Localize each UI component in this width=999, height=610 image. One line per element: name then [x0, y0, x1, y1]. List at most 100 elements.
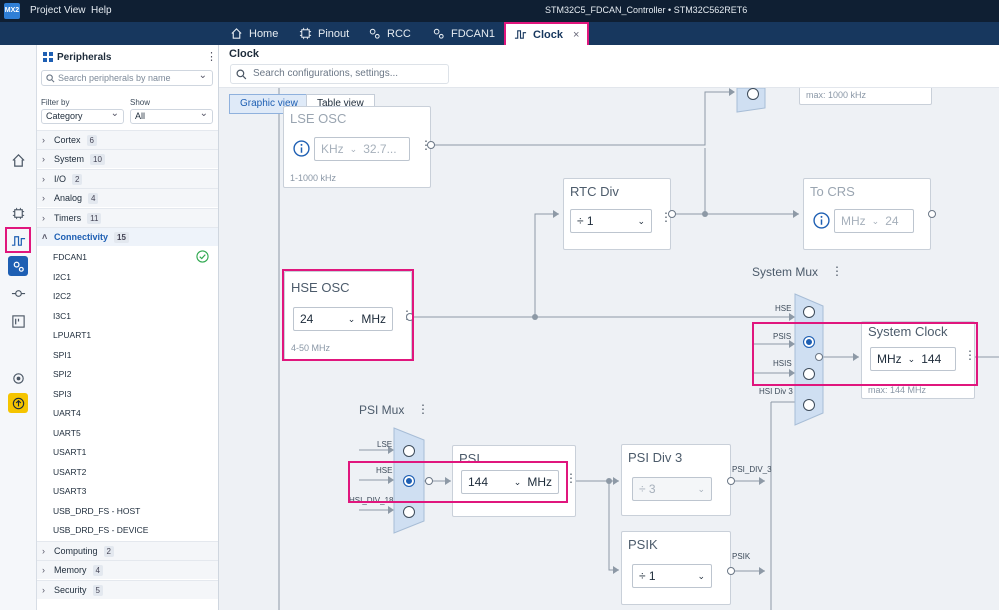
info-icon[interactable]	[813, 212, 830, 229]
peripheral-item-i2c1[interactable]: I2C1	[53, 272, 71, 282]
search-icon	[46, 74, 55, 83]
tab-pinout[interactable]: Pinout	[299, 22, 349, 45]
system-mux-more-icon[interactable]: ⋮	[831, 265, 843, 277]
lse-frequency-input[interactable]: KHz ⌄ 32.7...	[314, 137, 410, 161]
psi-frequency-input[interactable]: 144 ⌄ MHz	[461, 470, 559, 494]
peripheral-item-uart4[interactable]: UART4	[53, 408, 81, 418]
system-clock-title: System Clock	[868, 324, 948, 339]
lse-out-port	[427, 141, 435, 149]
peripheral-item-spi1[interactable]: SPI1	[53, 350, 71, 360]
rail-config-icon[interactable]	[8, 256, 28, 276]
peripheral-item-usart1[interactable]: USART1	[53, 447, 86, 457]
psi-more-icon[interactable]: ⋮	[565, 472, 577, 484]
peripheral-item-spi2[interactable]: SPI2	[53, 369, 71, 379]
rtc-out-port	[668, 210, 676, 218]
crs-frequency-input[interactable]: MHz ⌄ 24	[834, 209, 914, 233]
info-icon[interactable]	[293, 140, 310, 157]
peripheral-item-i2c2[interactable]: I2C2	[53, 291, 71, 301]
system-clock-more-icon[interactable]: ⋮	[964, 349, 976, 361]
system-clock-block: System Clock MHz ⌄ 144 ⋮ max: 144 MHz	[861, 321, 976, 399]
peripheral-item-usb-host[interactable]: USB_DRD_FS - HOST	[53, 506, 140, 516]
psimux-radio-hsidiv18[interactable]	[403, 506, 415, 518]
tab-rcc[interactable]: RCC	[368, 22, 411, 45]
system-clock-input[interactable]: MHz ⌄ 144	[870, 347, 956, 371]
psi-div3-select[interactable]: ÷ 3 ⌄	[632, 477, 712, 501]
psimux-radio-hse[interactable]	[403, 475, 415, 487]
rail-clock-icon[interactable]	[5, 227, 31, 253]
clock-tree-canvas[interactable]: Graphic view Table view max: 1000 kHz LS…	[219, 88, 999, 610]
category-timers[interactable]: › Timers 11	[37, 208, 218, 227]
sysmux-radio-psis[interactable]	[803, 336, 815, 348]
peripheral-item-fdcan1[interactable]: FDCAN1	[53, 252, 87, 262]
tab-fdcan1[interactable]: FDCAN1	[432, 22, 495, 45]
rtc-div-more-icon[interactable]: ⋮	[660, 211, 672, 223]
category-system[interactable]: › System 10	[37, 149, 218, 168]
rail-upload-icon[interactable]	[8, 393, 28, 413]
config-search-input[interactable]: Search configurations, settings...	[230, 64, 449, 84]
psi-value: 144	[468, 475, 489, 489]
lse-value: 32.7...	[363, 142, 397, 156]
peripherals-more-icon[interactable]: ⋮	[206, 50, 217, 63]
peripheral-item-usb-device[interactable]: USB_DRD_FS - DEVICE	[53, 525, 148, 535]
chevron-right-icon: ›	[42, 213, 45, 223]
category-cortex[interactable]: › Cortex 6	[37, 130, 218, 149]
lse-unit: KHz	[321, 142, 344, 156]
chip-icon	[299, 27, 312, 40]
category-security[interactable]: › Security 5	[37, 580, 218, 599]
peripheral-item-lpuart1[interactable]: LPUART1	[53, 330, 91, 340]
tab-clock[interactable]: Clock ×	[504, 22, 590, 47]
psimux-radio-lse[interactable]	[403, 445, 415, 457]
psi-mux-more-icon[interactable]: ⋮	[417, 403, 429, 415]
psi-div3-output-label: PSI_DIV_3	[732, 465, 772, 474]
peripheral-item-i3c1[interactable]: I3C1	[53, 311, 71, 321]
rtc-div-value: ÷ 1	[577, 214, 594, 228]
top-mux-radio[interactable]	[747, 88, 759, 100]
peripheral-item-usart2[interactable]: USART2	[53, 467, 86, 477]
tab-home[interactable]: Home	[230, 22, 278, 45]
chevron-right-icon: ›	[42, 193, 45, 203]
sysmux-out-port	[815, 353, 823, 361]
psik-value: ÷ 1	[639, 569, 656, 583]
rail-board-icon[interactable]	[8, 311, 28, 331]
sysmux-radio-hse[interactable]	[803, 306, 815, 318]
rail-home-icon[interactable]	[8, 150, 28, 170]
category-label: I/O	[54, 174, 67, 184]
category-computing[interactable]: › Computing 2	[37, 541, 218, 560]
psik-title: PSIK	[628, 537, 658, 552]
sysmux-radio-hsidiv3[interactable]	[803, 399, 815, 411]
menu-view[interactable]: View	[64, 5, 86, 16]
category-memory[interactable]: › Memory 4	[37, 560, 218, 579]
hse-more-icon[interactable]: ⋮	[401, 309, 413, 321]
top-partial-max: max: 1000 kHz	[806, 90, 867, 100]
menu-project[interactable]: Project	[30, 5, 61, 16]
tab-clock-close-icon[interactable]: ×	[573, 29, 579, 41]
category-connectivity[interactable]: ˄ Connectivity 15	[37, 227, 218, 246]
rail-link-icon[interactable]	[8, 283, 28, 303]
menu-help[interactable]: Help	[91, 5, 112, 16]
lse-osc-block: LSE OSC KHz ⌄ 32.7... ⋮ 1-1000 kHz	[283, 106, 432, 188]
chevron-down-icon: ⌄	[871, 215, 880, 226]
clock-wave-icon	[514, 30, 527, 39]
chevron-down-icon: ⌄	[637, 215, 645, 226]
sysmux-input-hsidiv3: HSI Div 3	[759, 387, 793, 396]
hse-frequency-input[interactable]: 24 ⌄ MHz	[293, 307, 393, 331]
filter-by-select[interactable]: Category	[41, 107, 124, 124]
peripheral-item-spi3[interactable]: SPI3	[53, 389, 71, 399]
show-select[interactable]: All	[130, 107, 213, 124]
chevron-down-icon: ⌄	[198, 70, 207, 81]
psi-div3-title: PSI Div 3	[628, 450, 683, 465]
psik-select[interactable]: ÷ 1 ⌄	[632, 564, 712, 588]
tab-rcc-label: RCC	[387, 27, 411, 40]
rail-target-icon[interactable]	[8, 368, 28, 388]
peripheral-search-input[interactable]: Search peripherals by name ⌄	[41, 70, 213, 86]
filter-by-label: Filter by	[41, 98, 70, 107]
chevron-down-icon: ⌄	[907, 353, 916, 364]
rtc-div-select[interactable]: ÷ 1 ⌄	[570, 209, 652, 233]
category-analog[interactable]: › Analog 4	[37, 188, 218, 207]
rail-chip-icon[interactable]	[8, 203, 28, 223]
peripheral-item-usart3[interactable]: USART3	[53, 486, 86, 496]
lse-more-icon[interactable]: ⋮	[420, 139, 432, 151]
peripheral-item-uart5[interactable]: UART5	[53, 428, 81, 438]
category-io[interactable]: › I/O 2	[37, 169, 218, 188]
sysmux-radio-hsis[interactable]	[803, 368, 815, 380]
